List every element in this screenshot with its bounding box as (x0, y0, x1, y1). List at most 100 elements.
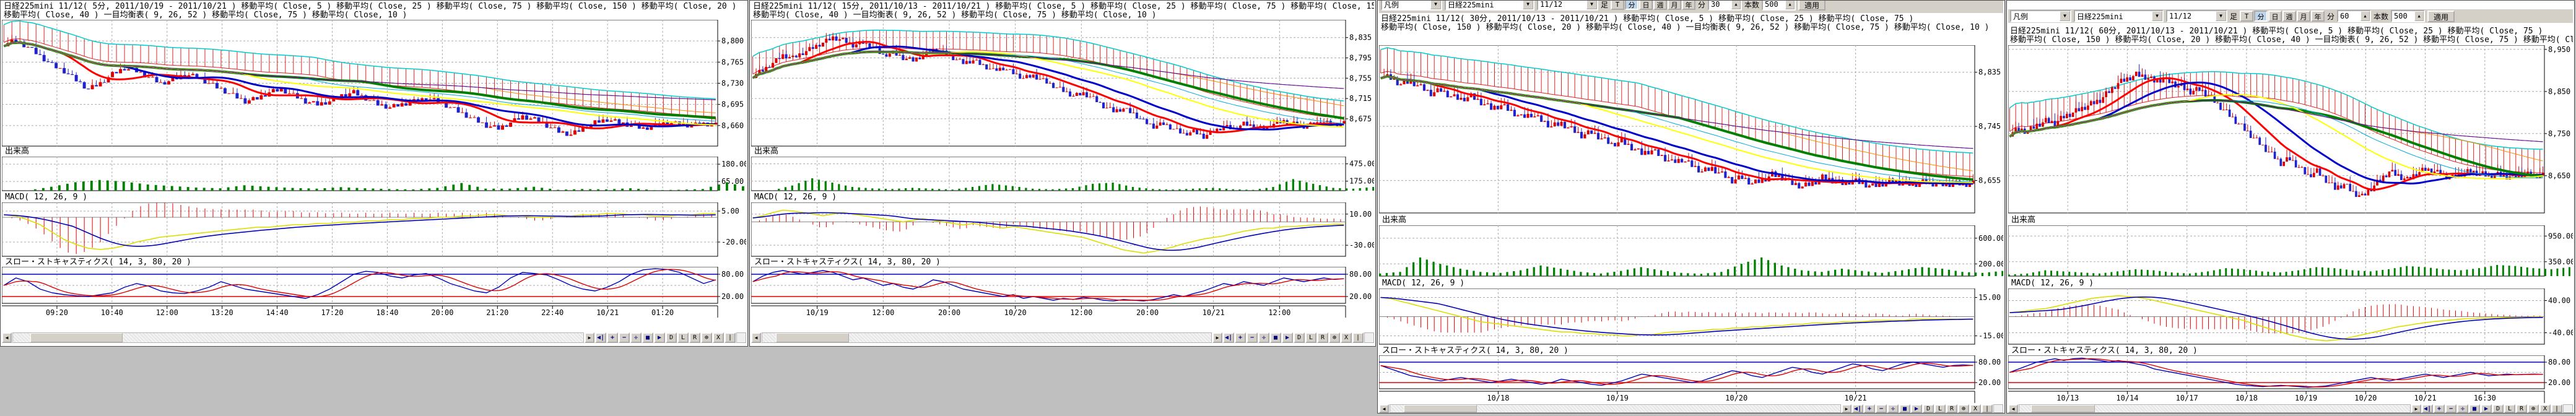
vertical-scrollbar[interactable] (1364, 332, 1374, 343)
contract-dropdown[interactable]: 11/12 ▼ (2166, 10, 2227, 22)
chevron-down-icon[interactable]: ▼ (2060, 11, 2070, 21)
chart-nav-button[interactable]: | (1352, 332, 1364, 343)
scrollbar-thumb[interactable] (30, 333, 123, 342)
scroll-right-button[interactable]: ▶ (1842, 404, 1852, 413)
chart-nav-button[interactable]: ⊕ (1329, 332, 1340, 343)
contract-dropdown[interactable]: 11/12 ▼ (1537, 1, 1598, 11)
vertical-scrollbar[interactable] (1993, 404, 2003, 413)
chart-nav-button[interactable]: X (2539, 404, 2551, 413)
period-button-週[interactable]: 週 (2282, 11, 2296, 22)
period-button-年[interactable]: 年 (1682, 1, 1695, 10)
instrument-dropdown[interactable]: 日経225mini ▼ (1445, 1, 1534, 11)
apply-button[interactable]: 適用 (2427, 11, 2455, 22)
chart-nav-button[interactable]: + (1864, 404, 1875, 413)
scrollbar-thumb[interactable] (776, 333, 849, 342)
scroll-left-button[interactable]: ◀ (1379, 404, 1389, 413)
bars-spinner[interactable]: 500 ▲ (2391, 10, 2425, 22)
legend-dropdown[interactable]: 凡例 ▼ (2010, 10, 2071, 22)
period-button-月[interactable]: 月 (1668, 1, 1681, 10)
chart-nav-button[interactable]: D (666, 332, 677, 343)
period-button-年[interactable]: 年 (2311, 11, 2325, 22)
spin-up-icon[interactable]: ▲ (1731, 1, 1741, 9)
chart-nav-button[interactable]: ◀| (2422, 404, 2433, 413)
chart-nav-button[interactable]: L (1934, 404, 1946, 413)
chart-nav-button[interactable]: ◀| (1223, 332, 1234, 343)
bars-spinner[interactable]: 500 ▲ (1762, 1, 1796, 11)
chart-nav-button[interactable]: L (1305, 332, 1316, 343)
chart-nav-button[interactable]: L (677, 332, 689, 343)
chart-nav-button[interactable]: ◀| (1852, 404, 1863, 413)
chart-nav-button[interactable]: − (1247, 332, 1258, 343)
chevron-down-icon[interactable]: ▼ (1523, 1, 1533, 9)
chart-nav-button[interactable]: ✛ (1887, 404, 1899, 413)
chart-nav-button[interactable]: − (1876, 404, 1887, 413)
minutes-spinner[interactable]: 60 ▲ (2337, 10, 2371, 22)
period-button-週[interactable]: 週 (1653, 1, 1667, 10)
period-button-月[interactable]: 月 (2297, 11, 2310, 22)
chart-nav-button[interactable]: ⊕ (701, 332, 712, 343)
chart-nav-button[interactable]: X (1970, 404, 1981, 413)
scroll-right-button[interactable]: ▶ (2411, 404, 2421, 413)
chevron-down-icon[interactable]: ▼ (1430, 1, 1441, 9)
chart-nav-button[interactable]: D (2492, 404, 2504, 413)
period-button-日[interactable]: 日 (2268, 11, 2282, 22)
chart-nav-button[interactable]: X (1341, 332, 1352, 343)
chevron-down-icon[interactable]: ▼ (2152, 11, 2162, 21)
chart-nav-button[interactable]: ✛ (630, 332, 642, 343)
chart-nav-button[interactable]: ⊕ (1958, 404, 1969, 413)
legend-dropdown[interactable]: 凡例 ▼ (1381, 1, 1442, 11)
chart-nav-button[interactable]: L (2504, 404, 2515, 413)
chart-nav-button[interactable]: ■ (1899, 404, 1910, 413)
period-button-T[interactable]: T (1611, 1, 1624, 10)
minutes-spinner[interactable]: 30 ▲ (1708, 1, 1742, 11)
chart-nav-button[interactable]: ◀| (595, 332, 606, 343)
period-button-日[interactable]: 日 (1639, 1, 1653, 10)
scroll-left-button[interactable]: ◀ (2, 332, 12, 343)
spin-up-icon[interactable]: ▲ (1785, 1, 1795, 9)
chart-nav-button[interactable]: | (724, 332, 736, 343)
chart-nav-button[interactable]: ▶ (1282, 332, 1293, 343)
chart-nav-button[interactable]: R (689, 332, 700, 343)
chart-nav-button[interactable]: ▶ (654, 332, 665, 343)
apply-button[interactable]: 適用 (1798, 1, 1825, 11)
instrument-dropdown[interactable]: 日経225mini ▼ (2074, 10, 2164, 22)
horizontal-scrollbar[interactable] (2019, 404, 2411, 413)
chart-nav-button[interactable]: | (2551, 404, 2562, 413)
chart-nav-button[interactable]: + (2434, 404, 2445, 413)
period-button-分[interactable]: 分 (2254, 11, 2268, 22)
chart-nav-button[interactable]: | (1982, 404, 1993, 413)
chevron-down-icon[interactable]: ▼ (1586, 1, 1597, 9)
scroll-left-button[interactable]: ◀ (2008, 404, 2018, 413)
chart-nav-button[interactable]: − (619, 332, 630, 343)
scrollbar-thumb[interactable] (1404, 405, 1477, 412)
chart-nav-button[interactable]: D (1294, 332, 1305, 343)
chart-nav-button[interactable]: X (713, 332, 724, 343)
period-button-分[interactable]: 分 (1625, 1, 1638, 10)
chart-nav-button[interactable]: D (1923, 404, 1934, 413)
vertical-scrollbar[interactable] (736, 332, 746, 343)
chart-nav-button[interactable]: R (2516, 404, 2527, 413)
chart-nav-button[interactable]: ■ (642, 332, 653, 343)
chart-nav-button[interactable]: R (1946, 404, 1957, 413)
period-button-T[interactable]: T (2240, 11, 2253, 22)
horizontal-scrollbar[interactable] (1390, 404, 1841, 413)
chart-nav-button[interactable]: ✛ (2457, 404, 2468, 413)
chart-nav-button[interactable]: R (1317, 332, 1328, 343)
horizontal-scrollbar[interactable] (12, 332, 584, 343)
chart-nav-button[interactable]: ▶ (1911, 404, 1922, 413)
scroll-left-button[interactable]: ◀ (751, 332, 761, 343)
horizontal-scrollbar[interactable] (762, 332, 1212, 343)
scrollbar-thumb[interactable] (2031, 405, 2095, 412)
vertical-scrollbar[interactable] (2563, 404, 2573, 413)
chart-nav-button[interactable]: + (607, 332, 618, 343)
chart-nav-button[interactable]: ✛ (1258, 332, 1269, 343)
chart-nav-button[interactable]: − (2445, 404, 2456, 413)
scroll-right-button[interactable]: ▶ (585, 332, 594, 343)
chart-nav-button[interactable]: ⊕ (2528, 404, 2539, 413)
chevron-down-icon[interactable]: ▼ (2216, 11, 2226, 21)
chart-nav-button[interactable]: + (1235, 332, 1246, 343)
spin-up-icon[interactable]: ▲ (2361, 11, 2370, 21)
chart-nav-button[interactable]: ■ (1270, 332, 1281, 343)
spin-up-icon[interactable]: ▲ (2414, 11, 2424, 21)
chart-nav-button[interactable]: ▶ (2481, 404, 2492, 413)
